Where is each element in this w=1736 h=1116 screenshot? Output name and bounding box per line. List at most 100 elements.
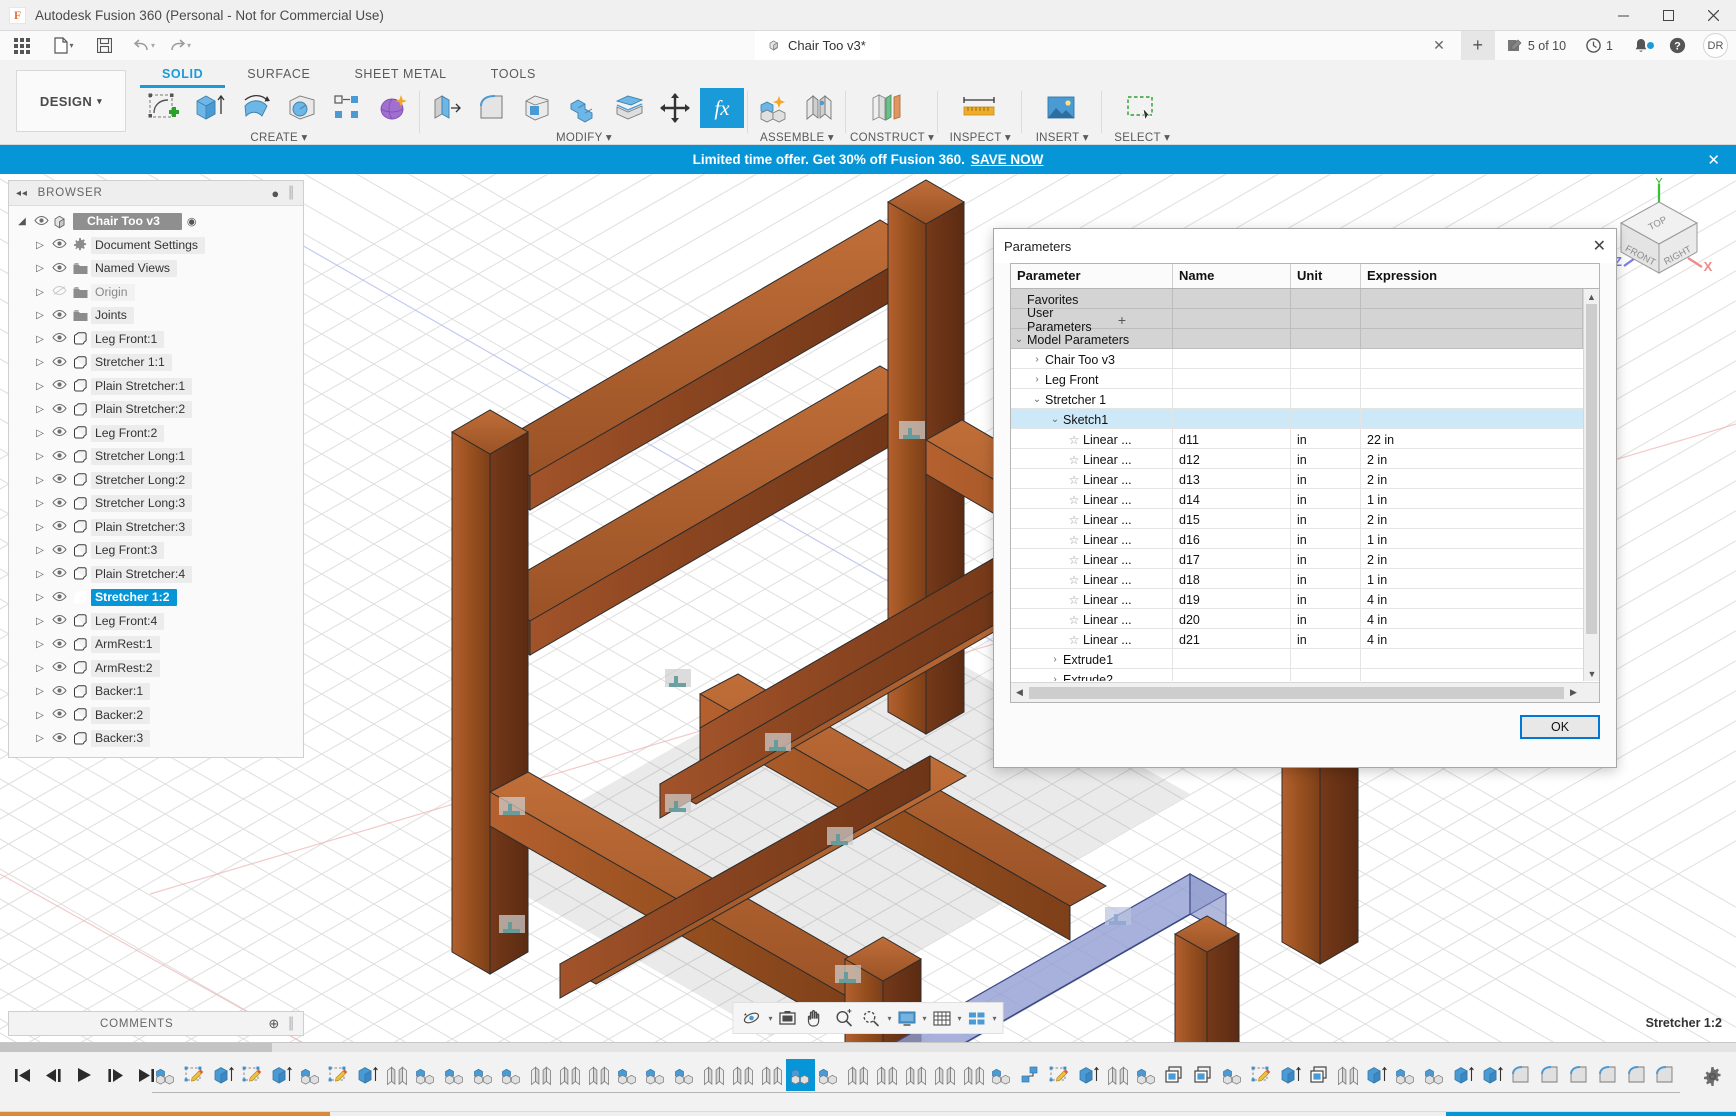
timeline-feature-new-component[interactable] [1392, 1059, 1421, 1091]
expand-arrow-icon[interactable]: ▷ [31, 240, 49, 251]
browser-item-leg-front-4[interactable]: ▷ Leg Front:4 [9, 610, 303, 634]
timeline-feature-joint[interactable] [729, 1059, 758, 1091]
timeline-feature-extrude[interactable] [1478, 1059, 1507, 1091]
version-history[interactable]: 1 [1577, 38, 1622, 53]
timeline-feature-joint[interactable] [930, 1059, 959, 1091]
expand-chevron-icon[interactable]: ⌄ [1011, 334, 1027, 345]
visibility-eye-icon[interactable] [49, 426, 69, 440]
timeline-feature-new-component[interactable] [440, 1059, 469, 1091]
visibility-eye-icon[interactable] [49, 638, 69, 652]
new-tab-button[interactable]: + [1460, 31, 1495, 60]
promo-cta-link[interactable]: SAVE NOW [971, 152, 1044, 167]
timeline-feature-copy[interactable] [1190, 1059, 1219, 1091]
timeline-feature-new-component[interactable] [152, 1059, 181, 1091]
pattern-icon[interactable] [326, 88, 370, 128]
expand-arrow-icon[interactable]: ▷ [31, 310, 49, 321]
document-tab-chair-too[interactable]: Chair Too v3* [755, 31, 880, 60]
scroll-down-icon[interactable]: ▼ [1584, 666, 1599, 681]
parameter-expression[interactable] [1361, 669, 1583, 681]
browser-item-origin[interactable]: ▷ Origin [9, 281, 303, 305]
parameter-row[interactable]: ☆ Linear ... d14 in 1 in [1011, 489, 1583, 509]
parameter-name[interactable]: d18 [1173, 569, 1291, 588]
timeline-feature-new-component[interactable] [671, 1059, 700, 1091]
timeline-feature-fillet[interactable] [1507, 1059, 1536, 1091]
expand-arrow-icon[interactable]: ▷ [31, 616, 49, 627]
visibility-eye-icon[interactable] [49, 520, 69, 534]
favorite-star-icon[interactable]: ☆ [1065, 593, 1083, 607]
favorite-star-icon[interactable]: ☆ [1065, 573, 1083, 587]
parameter-row[interactable]: › Leg Front [1011, 369, 1583, 389]
expand-arrow-icon[interactable]: ▷ [31, 451, 49, 462]
parameter-unit[interactable]: in [1291, 469, 1361, 488]
viewports-dropdown-caret[interactable]: ▾ [993, 1014, 997, 1023]
expand-arrow-icon[interactable]: ▷ [31, 475, 49, 486]
expand-chevron-icon[interactable]: ⌄ [1029, 394, 1045, 405]
browser-item-plain-stretcher-1[interactable]: ▷ Plain Stretcher:1 [9, 375, 303, 399]
favorite-star-icon[interactable]: ☆ [1065, 613, 1083, 627]
dialog-close-icon[interactable]: ✕ [1593, 236, 1606, 256]
parameter-name[interactable]: d17 [1173, 549, 1291, 568]
parameter-name[interactable] [1173, 389, 1291, 408]
parameter-unit[interactable] [1291, 389, 1361, 408]
parameter-expression[interactable] [1361, 309, 1583, 328]
timeline-feature-extrude[interactable] [1075, 1059, 1104, 1091]
parameter-expression[interactable]: 1 in [1361, 529, 1583, 548]
timeline-feature-joint[interactable] [1334, 1059, 1363, 1091]
timeline-feature-sketch[interactable] [1046, 1059, 1075, 1091]
timeline-feature-extrude[interactable] [210, 1059, 239, 1091]
workspace-switcher-button[interactable]: DESIGN ▾ [16, 70, 126, 132]
browser-item-armrest-1[interactable]: ▷ ArmRest:1 [9, 633, 303, 657]
notifications-button[interactable] [1624, 38, 1658, 54]
ribbon-group-label-create[interactable]: CREATE ▾ [142, 130, 416, 144]
expand-arrow-icon[interactable]: ▷ [31, 381, 49, 392]
browser-item-leg-front-1[interactable]: ▷ Leg Front:1 [9, 328, 303, 352]
comments-resize-grip[interactable]: ║ [287, 1018, 296, 1030]
press-pull-icon[interactable] [424, 88, 468, 128]
new-file-icon[interactable]: ▾ [49, 31, 79, 60]
orbit-icon[interactable] [739, 1003, 765, 1033]
timeline-feature-extrude[interactable] [1449, 1059, 1478, 1091]
zoom-icon[interactable] [830, 1003, 856, 1033]
parameter-name[interactable]: d13 [1173, 469, 1291, 488]
timeline-feature-joint[interactable] [700, 1059, 729, 1091]
browser-settings-icon[interactable]: ● [271, 186, 280, 201]
timeline-feature-joint[interactable] [873, 1059, 902, 1091]
visibility-eye-icon[interactable] [49, 450, 69, 464]
parameter-row[interactable]: ☆ Linear ... d13 in 2 in [1011, 469, 1583, 489]
parameter-row[interactable]: ☆ Linear ... d21 in 4 in [1011, 629, 1583, 649]
ribbon-group-label-inspect[interactable]: INSPECT ▾ [942, 130, 1018, 144]
visibility-eye-icon[interactable] [49, 661, 69, 675]
comments-panel[interactable]: COMMENTS ⊕ ║ [8, 1011, 304, 1036]
parameter-expression[interactable]: 4 in [1361, 609, 1583, 628]
parameter-row[interactable]: ☆ Linear ... d15 in 2 in [1011, 509, 1583, 529]
parameter-unit[interactable] [1291, 369, 1361, 388]
visibility-eye-icon[interactable] [49, 356, 69, 370]
parameter-row[interactable]: ☆ Linear ... d17 in 2 in [1011, 549, 1583, 569]
scroll-right-icon[interactable]: ▶ [1565, 687, 1582, 698]
parameter-expression[interactable] [1361, 329, 1583, 348]
add-comment-icon[interactable]: ⊕ [268, 1016, 280, 1032]
parameters-vertical-scrollbar[interactable]: ▲ ▼ [1583, 289, 1599, 681]
timeline-feature-new-component[interactable] [786, 1059, 816, 1091]
browser-item-stretcher-1-1[interactable]: ▷ Stretcher 1:1 [9, 351, 303, 375]
ribbon-group-label-construct[interactable]: CONSTRUCT ▾ [850, 130, 934, 144]
fillet-icon[interactable] [470, 88, 514, 128]
parameter-expression[interactable]: 2 in [1361, 549, 1583, 568]
expand-arrow-icon[interactable]: ▷ [31, 287, 49, 298]
parameter-expression[interactable] [1361, 409, 1583, 428]
parameter-name[interactable]: d14 [1173, 489, 1291, 508]
timeline-feature-joint[interactable] [902, 1059, 931, 1091]
tab-surface[interactable]: SURFACE [225, 64, 332, 84]
timeline-feature-sketch[interactable] [325, 1059, 354, 1091]
parameter-row[interactable]: ⌄ Sketch1 [1011, 409, 1583, 429]
parameter-row[interactable]: ☆ Linear ... d20 in 4 in [1011, 609, 1583, 629]
parameter-row[interactable]: ☆ Linear ... d19 in 4 in [1011, 589, 1583, 609]
parameter-unit[interactable]: in [1291, 609, 1361, 628]
parameter-unit[interactable] [1291, 669, 1361, 681]
expand-arrow-icon[interactable]: ▷ [31, 522, 49, 533]
parameter-unit[interactable] [1291, 309, 1361, 328]
scroll-up-icon[interactable]: ▲ [1584, 289, 1599, 304]
visibility-eye-icon[interactable] [49, 567, 69, 581]
parameter-row[interactable]: › Extrude1 [1011, 649, 1583, 669]
parameter-unit[interactable]: in [1291, 569, 1361, 588]
